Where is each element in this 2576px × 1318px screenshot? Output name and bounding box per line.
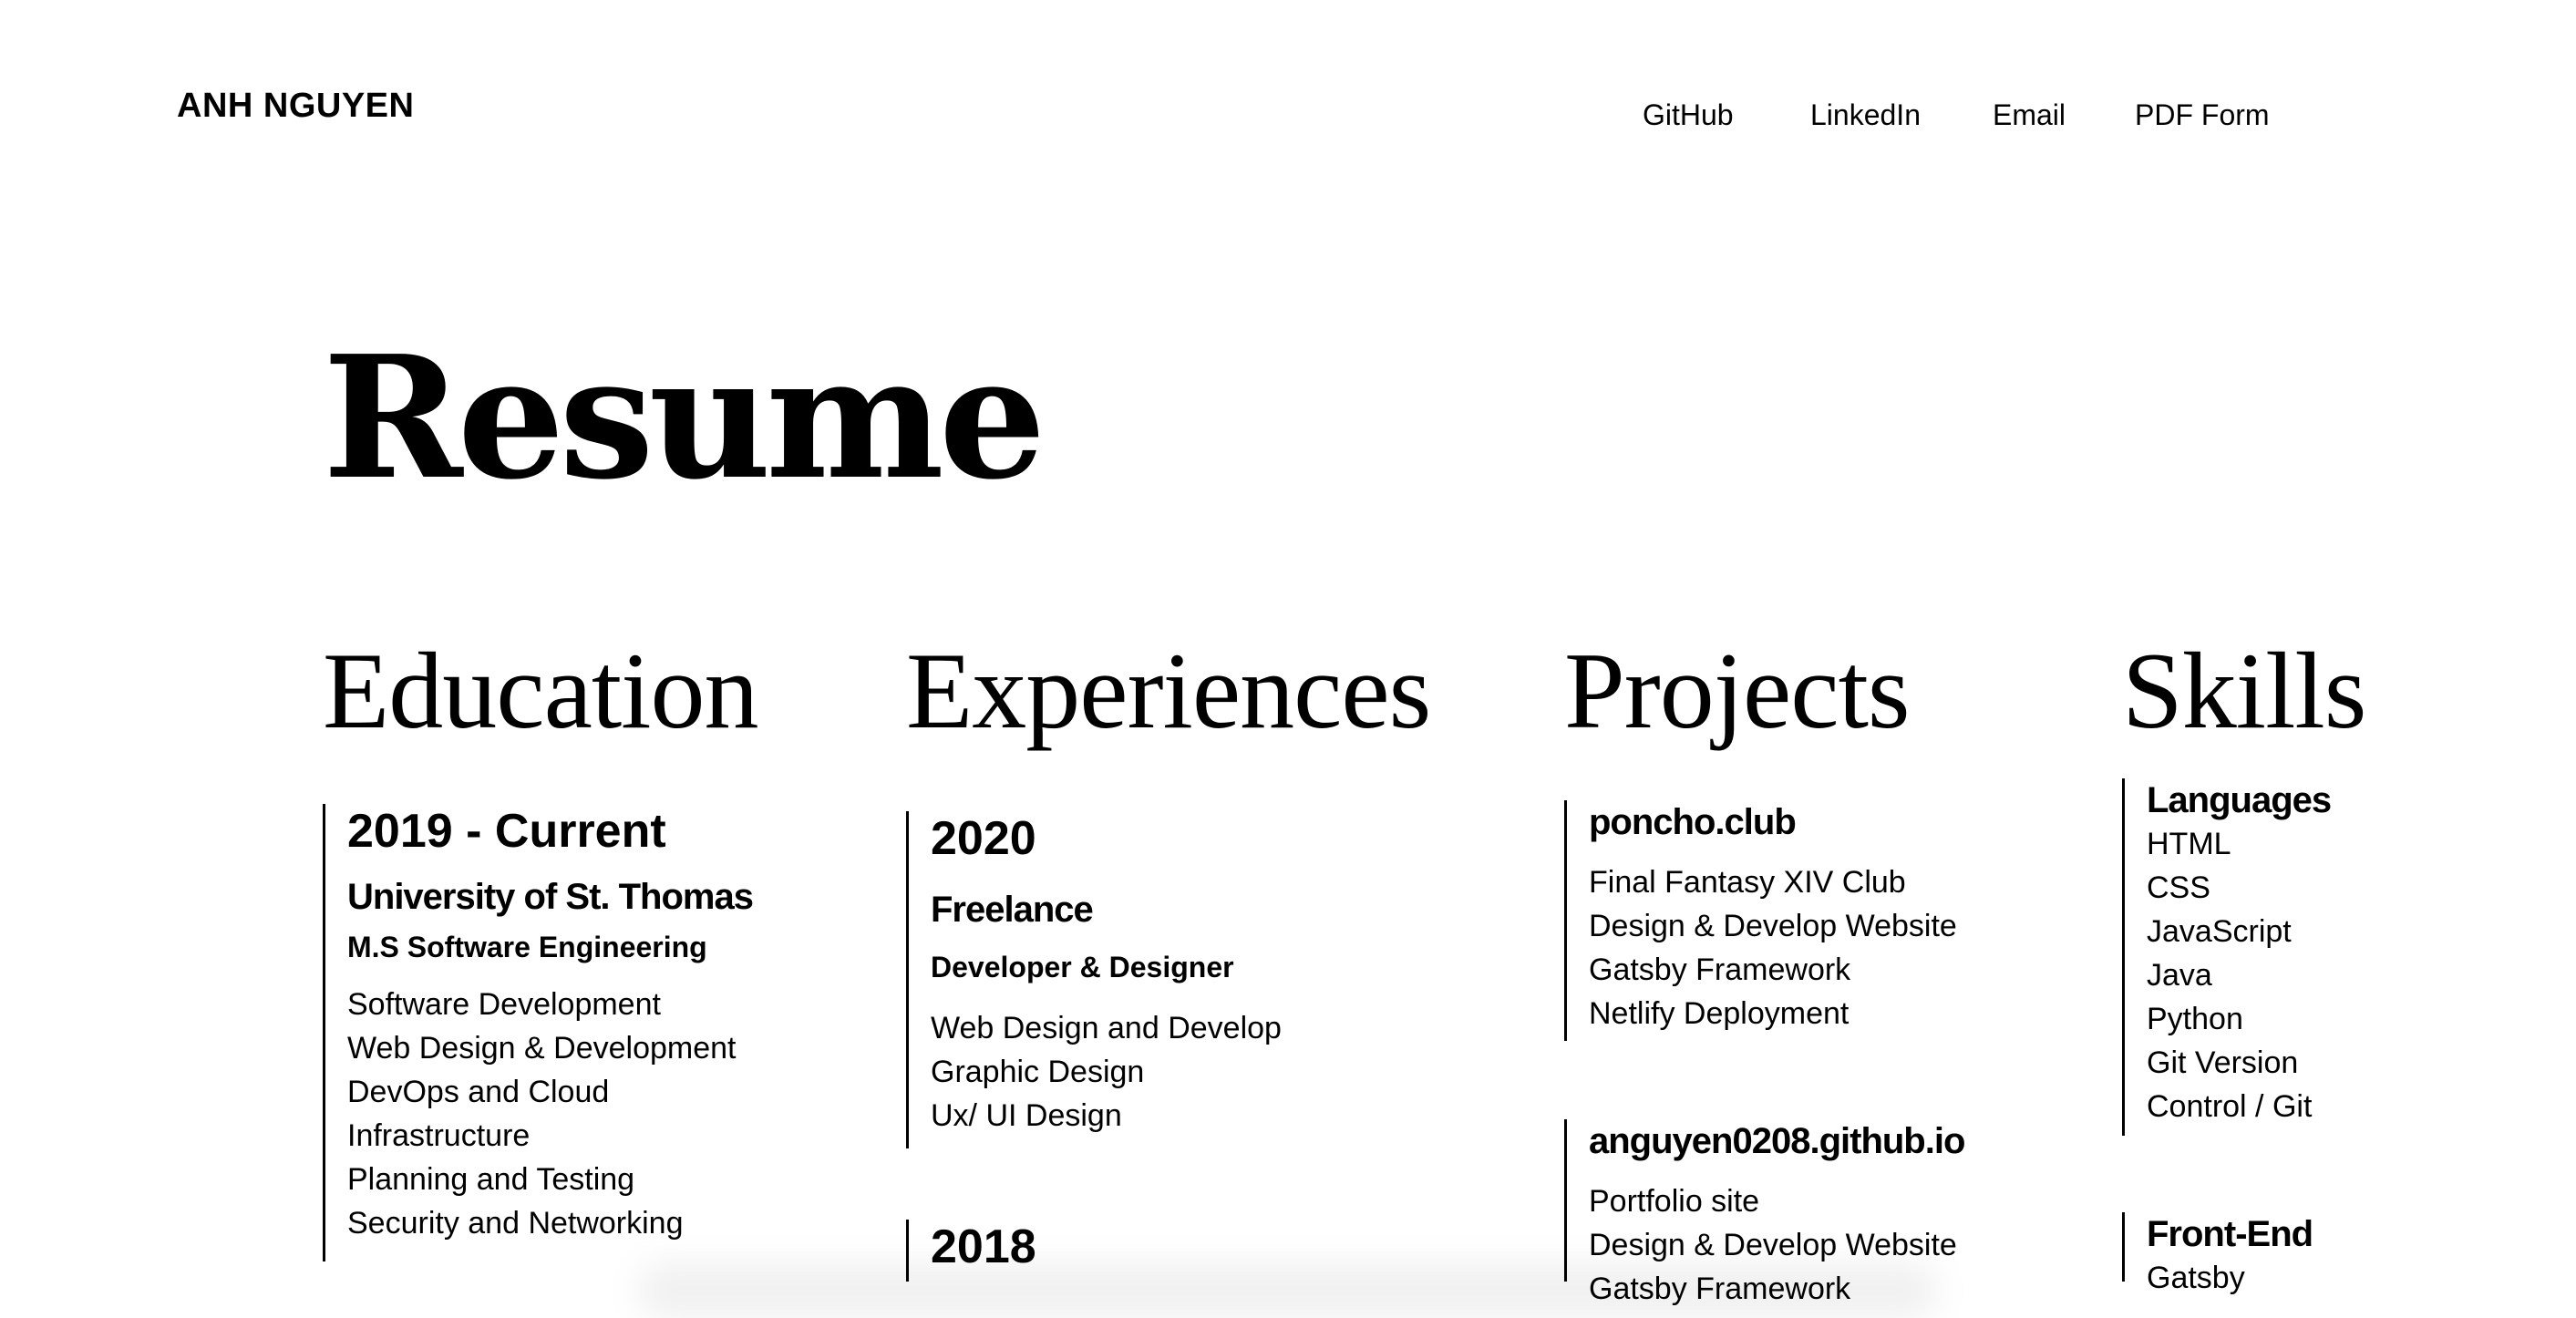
- list-item: Netlify Deployment: [1589, 996, 1850, 1031]
- project-item-list: Final Fantasy XIV Club Design & Develop …: [1589, 860, 1957, 1035]
- project-entry: poncho.club Final Fantasy XIV Club Desig…: [1564, 800, 1957, 1041]
- list-item: Software Development: [347, 987, 661, 1022]
- list-item: Portfolio site: [1589, 1184, 1760, 1219]
- page-title: Resume: [323, 318, 1046, 517]
- skill-item-list: HTML CSS JavaScript Java Python Git Vers…: [2147, 822, 2331, 1128]
- education-degree: M.S Software Engineering: [347, 931, 707, 963]
- top-nav: GitHub LinkedIn Email PDF Form: [0, 95, 2576, 135]
- experience-year: 2020: [931, 812, 1036, 865]
- list-item: Git Version: [2147, 1045, 2299, 1080]
- education-title: Education: [323, 630, 759, 751]
- list-item: Control / Git: [2147, 1089, 2313, 1124]
- list-item: Planning and Testing: [347, 1162, 635, 1197]
- list-item: Gatsby Framework: [1589, 952, 1851, 987]
- list-item: Python: [2147, 1002, 2243, 1036]
- education-year: 2019 - Current: [347, 805, 666, 858]
- skill-group: Languages HTML CSS JavaScript Java Pytho…: [2122, 778, 2332, 1136]
- skill-group-name: Front-End: [2147, 1214, 2313, 1254]
- list-item: Final Fantasy XIV Club: [1589, 865, 1906, 900]
- education-school: University of St. Thomas: [347, 877, 754, 917]
- list-item: Java: [2147, 958, 2212, 993]
- nav-link-pdf-form[interactable]: PDF Form: [2135, 95, 2270, 135]
- education-course-list: Software Development Web Design & Develo…: [347, 983, 753, 1245]
- skills-title: Skills: [2122, 630, 2366, 751]
- list-item: Security and Networking: [347, 1206, 684, 1241]
- nav-link-linkedin[interactable]: LinkedIn: [1810, 95, 1921, 135]
- nav-link-email[interactable]: Email: [1993, 95, 2066, 135]
- list-item: Ux/ UI Design: [931, 1098, 1122, 1133]
- nav-link-github[interactable]: GitHub: [1643, 95, 1734, 135]
- experience-company: Freelance: [931, 890, 1094, 930]
- list-item: JavaScript: [2147, 914, 2292, 949]
- project-name: poncho.club: [1589, 802, 1797, 842]
- skill-item-list: Gatsby: [2147, 1256, 2313, 1300]
- experience-entry: 2020 Freelance Developer & Designer Web …: [906, 811, 1282, 1148]
- project-name: anguyen0208.github.io: [1589, 1121, 1965, 1161]
- list-item: Web Design and Develop: [931, 1011, 1282, 1045]
- skill-group-name: Languages: [2147, 780, 2332, 820]
- bottom-fade: [638, 1263, 1938, 1318]
- project-entry: anguyen0208.github.io Portfolio site Des…: [1564, 1119, 1965, 1306]
- list-item: CSS: [2147, 870, 2210, 905]
- list-item: DevOps and Cloud: [347, 1075, 610, 1109]
- skill-group: Front-End Gatsby: [2122, 1212, 2313, 1295]
- list-item: Design & Develop Website: [1589, 1228, 1957, 1262]
- list-item: Gatsby: [2147, 1261, 2245, 1295]
- list-item: Infrastructure: [347, 1118, 531, 1153]
- projects-title: Projects: [1564, 630, 1911, 751]
- list-item: Web Design & Development: [347, 1031, 737, 1066]
- education-entry: 2019 - Current University of St. Thomas …: [323, 804, 754, 1261]
- experience-role: Developer & Designer: [931, 951, 1234, 983]
- experience-item-list: Web Design and Develop Graphic Design Ux…: [931, 1006, 1282, 1138]
- experiences-title: Experiences: [906, 630, 1431, 751]
- list-item: Design & Develop Website: [1589, 909, 1957, 943]
- list-item: HTML: [2147, 827, 2231, 861]
- list-item: Graphic Design: [931, 1055, 1145, 1089]
